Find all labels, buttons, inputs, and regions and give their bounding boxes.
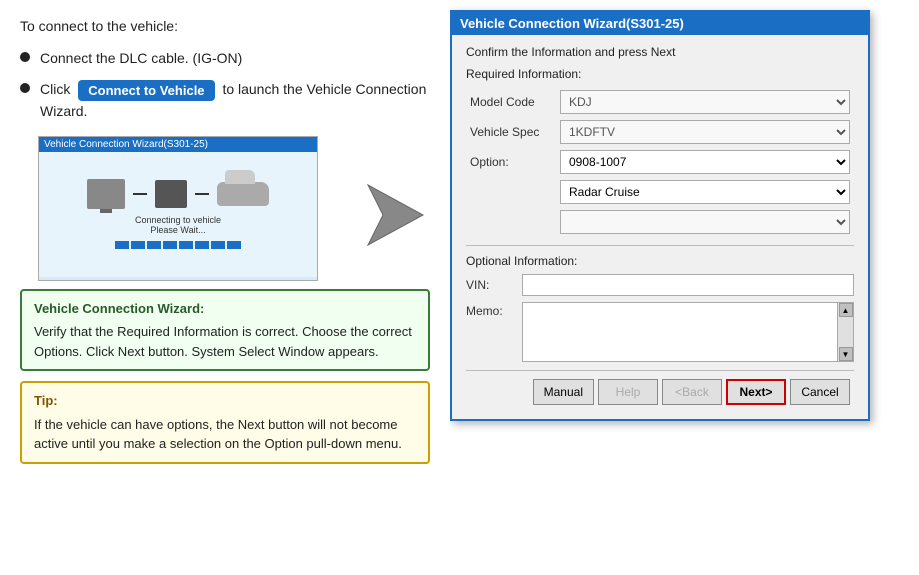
- device-icon: [155, 180, 187, 208]
- right-panel: Vehicle Connection Wizard(S301-25) Confi…: [450, 0, 919, 575]
- left-panel: To connect to the vehicle: Connect the D…: [0, 0, 450, 575]
- dialog-body: Confirm the Information and press Next R…: [452, 35, 868, 419]
- intro-text: To connect to the vehicle:: [20, 18, 430, 34]
- option-select-3[interactable]: [560, 210, 850, 234]
- scrollbar-up-btn[interactable]: ▲: [839, 303, 853, 317]
- optional-label: Optional Information:: [466, 254, 854, 268]
- mini-wizard-preview: Vehicle Connection Wizard(S301-25) Conne…: [38, 136, 318, 281]
- option-row-3: [466, 207, 854, 237]
- tip-box: Tip: If the vehicle can have options, th…: [20, 381, 430, 464]
- back-button[interactable]: <Back: [662, 379, 722, 405]
- info-box-text: Verify that the Required Information is …: [34, 322, 416, 361]
- vin-input[interactable]: [522, 274, 854, 296]
- option-row-2: Radar Cruise: [466, 177, 854, 207]
- bullet-list: Connect the DLC cable. (IG-ON) Click Con…: [20, 48, 430, 122]
- arrow-icon: [363, 180, 428, 250]
- mini-progress-bar: [115, 241, 241, 249]
- vin-label: VIN:: [466, 278, 516, 292]
- memo-scrollbar: ▲ ▼: [837, 303, 853, 361]
- dialog-buttons: Manual Help <Back Next> Cancel: [466, 370, 854, 409]
- bullet-text-2-pre: Click Connect to Vehicle to launch the V…: [40, 79, 430, 122]
- confirm-text: Confirm the Information and press Next: [466, 45, 854, 59]
- bullet-dot-2: [20, 83, 30, 93]
- bullet-text-1: Connect the DLC cable. (IG-ON): [40, 48, 242, 69]
- tip-title: Tip:: [34, 391, 416, 411]
- help-button[interactable]: Help: [598, 379, 658, 405]
- connector-line-1: [133, 193, 147, 195]
- bullet-item-2: Click Connect to Vehicle to launch the V…: [20, 79, 430, 122]
- car-icon: [217, 182, 269, 206]
- dialog-window: Vehicle Connection Wizard(S301-25) Confi…: [450, 10, 870, 421]
- mini-wizard-content: Connecting to vehicle Please Wait...: [39, 152, 317, 277]
- bullet-dot-1: [20, 52, 30, 62]
- tip-text: If the vehicle can have options, the Nex…: [34, 415, 416, 454]
- dialog-titlebar: Vehicle Connection Wizard(S301-25): [452, 12, 868, 35]
- connect-to-vehicle-button[interactable]: Connect to Vehicle: [78, 80, 214, 101]
- mini-wizard-titlebar: Vehicle Connection Wizard(S301-25): [39, 137, 317, 152]
- vehicle-spec-label: Vehicle Spec: [466, 117, 556, 147]
- optional-section: Optional Information: VIN: Memo: ▲ ▼: [466, 254, 854, 362]
- divider: [466, 245, 854, 246]
- scrollbar-down-btn[interactable]: ▼: [839, 347, 853, 361]
- model-code-select[interactable]: KDJ: [560, 90, 850, 114]
- option-select-1[interactable]: 0908-1007: [560, 150, 850, 174]
- memo-row: Memo: ▲ ▼: [466, 302, 854, 362]
- required-section-label: Required Information:: [466, 67, 854, 81]
- mini-wizard-icons: [87, 179, 269, 209]
- vin-row: VIN:: [466, 274, 854, 296]
- vehicle-spec-select[interactable]: 1KDFTV: [560, 120, 850, 144]
- computer-icon: [87, 179, 125, 209]
- required-info-table: Model Code KDJ Vehicle Spec 1KDFTV: [466, 87, 854, 237]
- memo-wrapper: ▲ ▼: [522, 302, 854, 362]
- vehicle-spec-row: Vehicle Spec 1KDFTV: [466, 117, 854, 147]
- info-box-wizard: Vehicle Connection Wizard: Verify that t…: [20, 289, 430, 372]
- info-box-title: Vehicle Connection Wizard:: [34, 299, 416, 319]
- option-label: Option:: [466, 147, 556, 177]
- model-code-row: Model Code KDJ: [466, 87, 854, 117]
- mini-connecting-text: Connecting to vehicle Please Wait...: [135, 215, 221, 235]
- option-row-1: Option: 0908-1007: [466, 147, 854, 177]
- dialog-title: Vehicle Connection Wizard(S301-25): [460, 16, 684, 31]
- option-select-2[interactable]: Radar Cruise: [560, 180, 850, 204]
- bullet-item-1: Connect the DLC cable. (IG-ON): [20, 48, 430, 69]
- cancel-button[interactable]: Cancel: [790, 379, 850, 405]
- memo-label: Memo:: [466, 302, 516, 318]
- next-button[interactable]: Next>: [726, 379, 786, 405]
- model-code-label: Model Code: [466, 87, 556, 117]
- manual-button[interactable]: Manual: [533, 379, 594, 405]
- memo-textarea[interactable]: [523, 303, 837, 361]
- connector-line-2: [195, 193, 209, 195]
